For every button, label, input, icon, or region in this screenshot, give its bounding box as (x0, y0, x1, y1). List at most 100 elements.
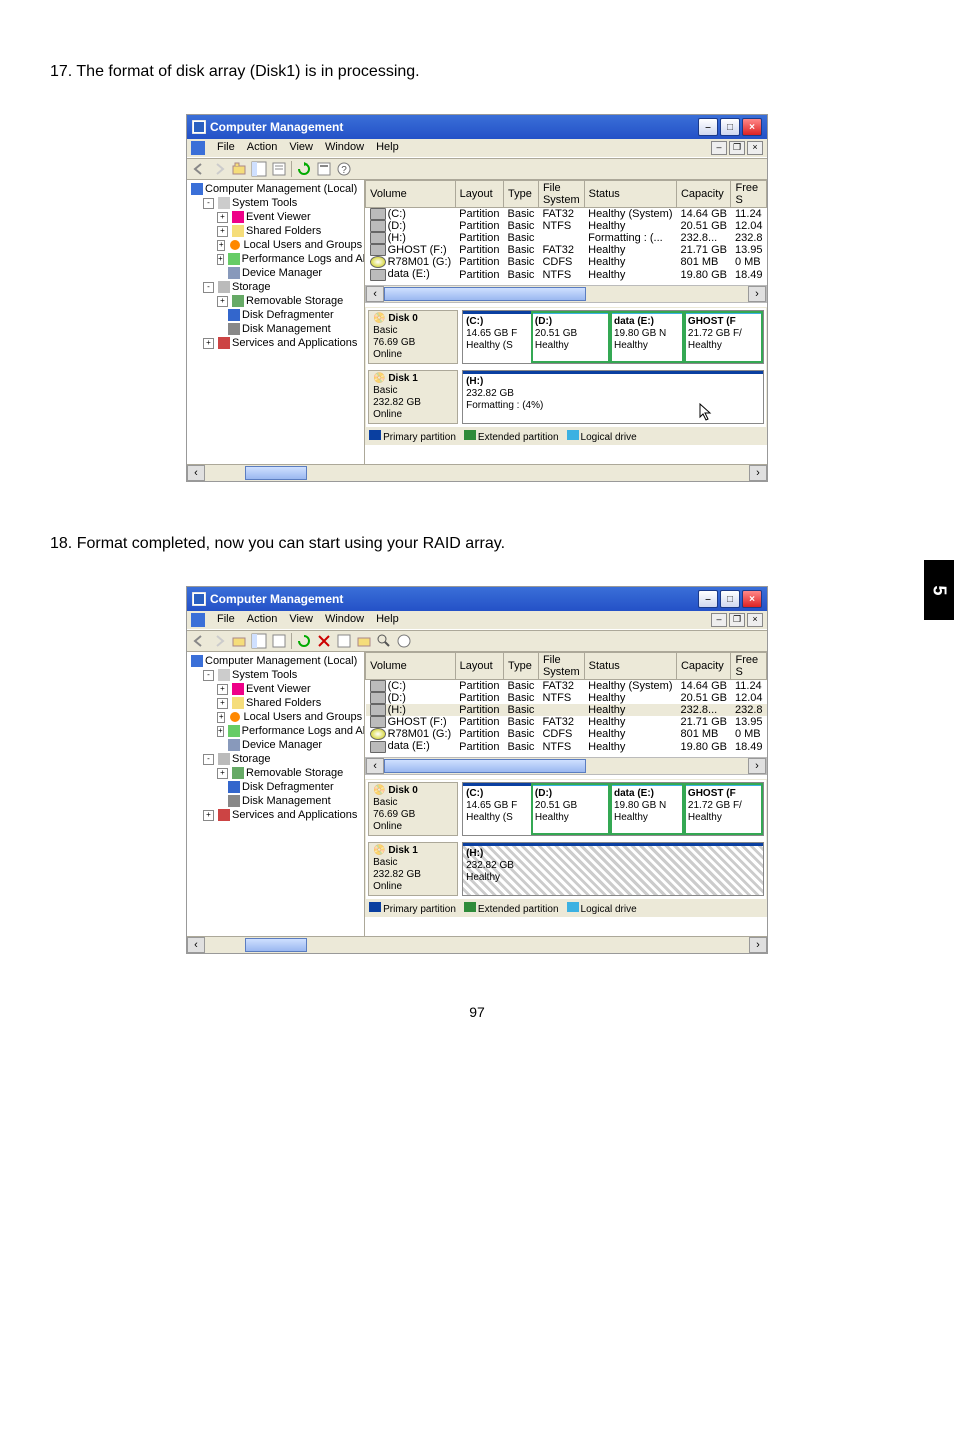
scroll-left-icon[interactable]: ‹ (366, 286, 384, 302)
table-row[interactable]: (C:)PartitionBasicFAT32Healthy (System)1… (366, 680, 767, 693)
col-fs[interactable]: File System (538, 653, 584, 680)
menu-file[interactable]: File (217, 613, 235, 627)
nav-tree[interactable]: Computer Management (Local) -System Tool… (187, 180, 365, 464)
tree-defrag[interactable]: Disk Defragmenter (191, 780, 362, 794)
table-row[interactable]: (D:)PartitionBasicNTFSHealthy20.51 GB12.… (366, 692, 767, 704)
minimize-button[interactable]: – (698, 118, 718, 136)
settings-icon[interactable] (316, 161, 332, 177)
nav-tree[interactable]: Computer Management (Local) -System Tool… (187, 652, 365, 936)
help-icon[interactable]: ? (336, 161, 352, 177)
scroll-left-icon[interactable]: ‹ (187, 937, 205, 953)
mdi-close-button[interactable]: × (747, 141, 763, 155)
menu-view[interactable]: View (289, 141, 313, 155)
volume-table[interactable]: Volume Layout Type File System Status Ca… (365, 652, 767, 753)
scroll-right-icon[interactable]: › (749, 937, 767, 953)
partition-e[interactable]: data (E:)19.80 GB NHealthy (610, 783, 684, 835)
refresh-icon[interactable] (296, 633, 312, 649)
col-layout[interactable]: Layout (455, 181, 503, 208)
refresh-icon[interactable] (296, 161, 312, 177)
open-folder-icon[interactable] (356, 633, 372, 649)
col-type[interactable]: Type (504, 181, 539, 208)
tree-perf-logs[interactable]: +Performance Logs and Alerts (191, 724, 362, 738)
table-row[interactable]: GHOST (F:)PartitionBasicFAT32Healthy21.7… (366, 716, 767, 728)
tree-local-users[interactable]: +Local Users and Groups (191, 710, 362, 724)
table-row[interactable]: GHOST (F:)PartitionBasicFAT32Healthy21.7… (366, 244, 767, 256)
mdi-min-button[interactable]: – (711, 613, 727, 627)
disk0-row[interactable]: 📀 Disk 0 Basic 76.69 GB Online (C:)14.65… (368, 310, 764, 364)
tree-services[interactable]: +Services and Applications (191, 808, 362, 822)
col-status[interactable]: Status (584, 653, 676, 680)
table-row[interactable]: (C:)PartitionBasicFAT32Healthy (System)1… (366, 208, 767, 221)
help-icon[interactable] (396, 633, 412, 649)
mdi-restore-button[interactable]: ❐ (729, 613, 745, 627)
menu-window[interactable]: Window (325, 613, 364, 627)
partition-c[interactable]: (C:)14.65 GB FHealthy (S (463, 311, 531, 363)
col-free[interactable]: Free S (731, 653, 767, 680)
close-button[interactable]: × (742, 590, 762, 608)
table-row[interactable]: data (E:)PartitionBasicNTFSHealthy19.80 … (366, 740, 767, 752)
table-row[interactable]: (H:)PartitionBasicFormatting : (...232.8… (366, 232, 767, 244)
scroll-left-icon[interactable]: ‹ (366, 758, 384, 774)
up-folder-icon[interactable] (231, 161, 247, 177)
col-layout[interactable]: Layout (455, 653, 503, 680)
maximize-button[interactable]: □ (720, 118, 740, 136)
scroll-right-icon[interactable]: › (748, 286, 766, 302)
mdi-restore-button[interactable]: ❐ (729, 141, 745, 155)
tree-device-mgr[interactable]: Device Manager (191, 266, 362, 280)
properties-icon[interactable] (271, 633, 287, 649)
partition-d[interactable]: (D:)20.51 GBHealthy (531, 783, 610, 835)
volume-table[interactable]: Volume Layout Type File System Status Ca… (365, 180, 767, 281)
tree-hscroll[interactable]: ‹ › (187, 936, 767, 953)
tree-disk-mgmt[interactable]: Disk Management (191, 794, 362, 808)
tree-removable[interactable]: +Removable Storage (191, 766, 362, 780)
delete-icon[interactable] (316, 633, 332, 649)
col-volume[interactable]: Volume (366, 653, 456, 680)
menu-action[interactable]: Action (247, 613, 278, 627)
tree-storage[interactable]: -Storage (191, 752, 362, 766)
minimize-button[interactable]: – (698, 590, 718, 608)
tree-disk-mgmt[interactable]: Disk Management (191, 322, 362, 336)
menu-help[interactable]: Help (376, 141, 399, 155)
col-status[interactable]: Status (584, 181, 676, 208)
partition-h-formatting[interactable]: (H:) 232.82 GB Formatting : (4%) (463, 371, 763, 423)
tree-system-tools[interactable]: -System Tools (191, 668, 362, 682)
tree-event-viewer[interactable]: +Event Viewer (191, 682, 362, 696)
tree-defrag[interactable]: Disk Defragmenter (191, 308, 362, 322)
tree-hscroll[interactable]: ‹ › (187, 464, 767, 481)
menu-window[interactable]: Window (325, 141, 364, 155)
table-row[interactable]: R78M01 (G:)PartitionBasicCDFSHealthy801 … (366, 256, 767, 268)
tree-system-tools[interactable]: -System Tools (191, 196, 362, 210)
tree-storage[interactable]: -Storage (191, 280, 362, 294)
volume-hscroll[interactable]: ‹ › (365, 757, 767, 775)
mdi-min-button[interactable]: – (711, 141, 727, 155)
tree-shared-folders[interactable]: +Shared Folders (191, 224, 362, 238)
tree-root[interactable]: Computer Management (Local) (191, 182, 362, 196)
partition-e[interactable]: data (E:)19.80 GB NHealthy (610, 311, 684, 363)
table-row[interactable]: R78M01 (G:)PartitionBasicCDFSHealthy801 … (366, 728, 767, 740)
disk1-row[interactable]: 📀 Disk 1 Basic 232.82 GB Online (H:) 232… (368, 842, 764, 896)
scroll-right-icon[interactable]: › (748, 758, 766, 774)
maximize-button[interactable]: □ (720, 590, 740, 608)
col-capacity[interactable]: Capacity (676, 181, 730, 208)
col-capacity[interactable]: Capacity (676, 653, 730, 680)
partition-f[interactable]: GHOST (F21.72 GB F/Healthy (684, 783, 763, 835)
back-icon[interactable] (191, 633, 207, 649)
tree-device-mgr[interactable]: Device Manager (191, 738, 362, 752)
disk0-row[interactable]: 📀 Disk 0 Basic 76.69 GB Online (C:)14.65… (368, 782, 764, 836)
partition-f[interactable]: GHOST (F21.72 GB F/Healthy (684, 311, 763, 363)
close-button[interactable]: × (742, 118, 762, 136)
search-icon[interactable] (376, 633, 392, 649)
show-hide-tree-icon[interactable] (251, 161, 267, 177)
tree-root[interactable]: Computer Management (Local) (191, 654, 362, 668)
tree-services[interactable]: +Services and Applications (191, 336, 362, 350)
settings-icon[interactable] (336, 633, 352, 649)
show-hide-tree-icon[interactable] (251, 633, 267, 649)
menu-action[interactable]: Action (247, 141, 278, 155)
col-fs[interactable]: File System (538, 181, 584, 208)
table-row[interactable]: (H:)PartitionBasicHealthy232.8...232.8 (366, 704, 767, 716)
tree-event-viewer[interactable]: +Event Viewer (191, 210, 362, 224)
partition-c[interactable]: (C:)14.65 GB FHealthy (S (463, 783, 531, 835)
col-free[interactable]: Free S (731, 181, 767, 208)
tree-perf-logs[interactable]: +Performance Logs and Alerts (191, 252, 362, 266)
back-icon[interactable] (191, 161, 207, 177)
